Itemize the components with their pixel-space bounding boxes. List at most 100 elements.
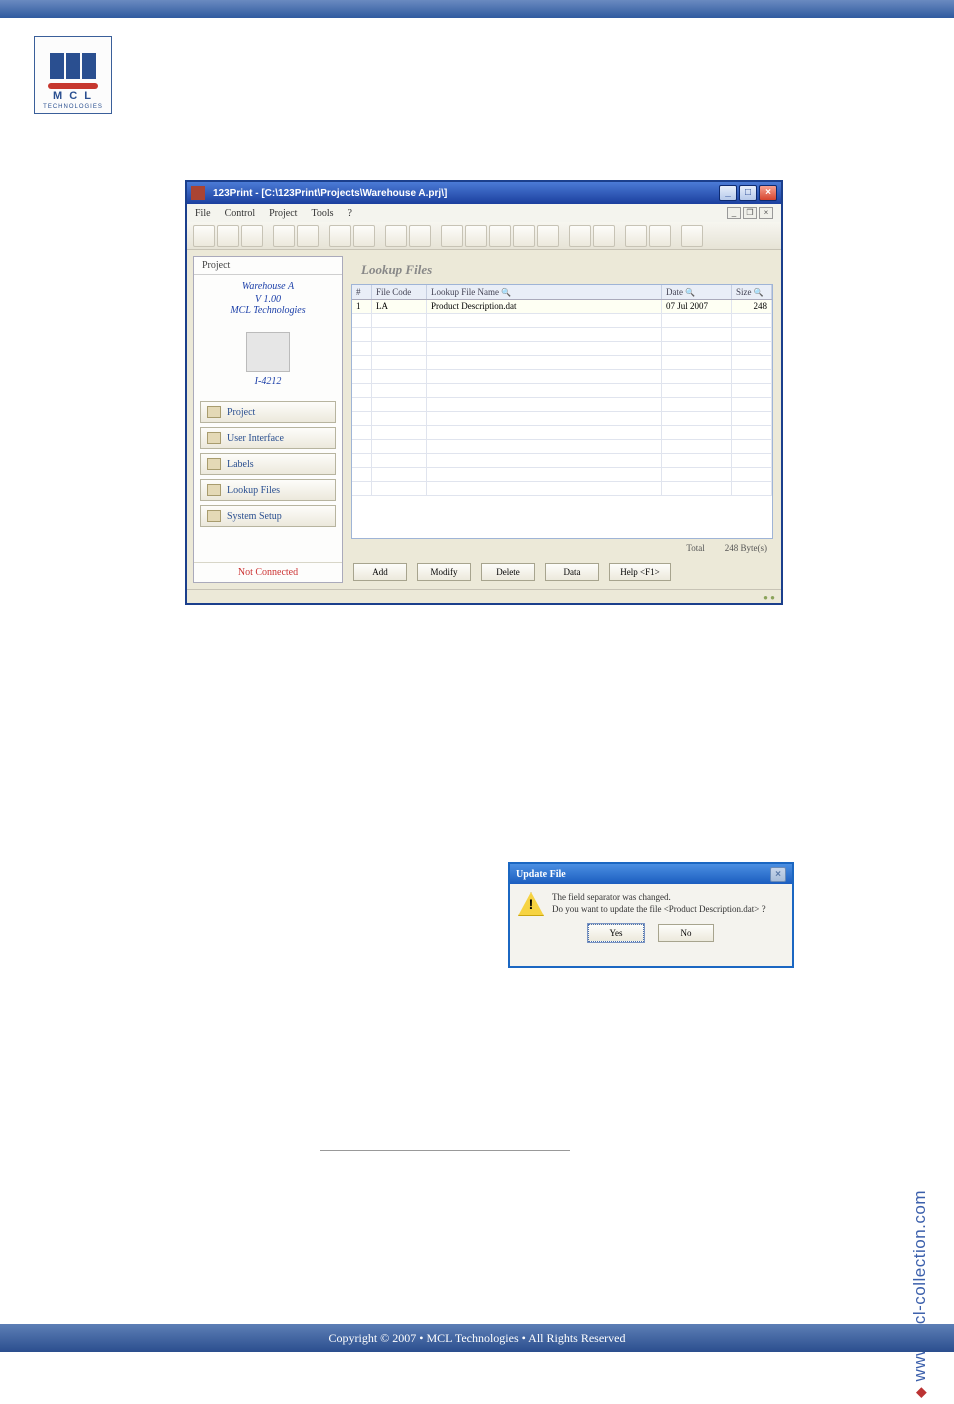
panel-title: Lookup Files — [351, 260, 773, 284]
sidebar: Project Warehouse A V 1.00 MCL Technolog… — [193, 256, 343, 583]
cell-num: 1 — [352, 300, 372, 314]
printer-model: I-4212 — [194, 376, 342, 387]
mdi-close[interactable]: × — [759, 207, 773, 219]
dialog-title: Update File — [516, 869, 770, 880]
col-date-text: Date — [666, 287, 683, 297]
dialog-message: The field separator was changed. Do you … — [552, 892, 766, 916]
nav-lookup-label: Lookup Files — [227, 485, 280, 496]
help-button[interactable]: Help <F1> — [609, 563, 671, 581]
toolbar-save[interactable] — [241, 225, 263, 247]
window-minimize-button[interactable]: _ — [719, 185, 737, 201]
modify-button[interactable]: Modify — [417, 563, 471, 581]
menu-help[interactable]: ? — [348, 208, 352, 219]
connection-status: Not Connected — [194, 562, 342, 582]
toolbar-btn-b[interactable] — [297, 225, 319, 247]
mdi-minimize[interactable]: _ — [727, 207, 741, 219]
no-button[interactable]: No — [658, 924, 714, 942]
toolbar-btn-a[interactable] — [273, 225, 295, 247]
sidebar-tab-project[interactable]: Project — [194, 257, 342, 275]
total-value: 248 Byte(s) — [725, 543, 767, 553]
menu-tools[interactable]: Tools — [311, 208, 333, 219]
dialog-close-button[interactable]: × — [770, 867, 786, 882]
magnifier-icon: 🔍 — [501, 288, 511, 297]
col-date[interactable]: Date 🔍 — [662, 285, 732, 299]
footer: Copyright © 2007 • MCL Technologies • Al… — [0, 1310, 954, 1350]
project-version: V 1.00 — [194, 294, 342, 305]
cell-name: Product Description.dat — [427, 300, 662, 314]
col-name-text: Lookup File Name — [431, 287, 499, 297]
project-icon — [207, 406, 221, 418]
mcl-logo: M C L TECHNOLOGIES — [34, 36, 112, 114]
side-url[interactable]: ◆ www.mcl-collection.com — [910, 1190, 930, 1404]
yes-button[interactable]: Yes — [588, 924, 644, 942]
dialog-line1: The field separator was changed. — [552, 892, 766, 904]
data-button[interactable]: Data — [545, 563, 599, 581]
horizontal-rule — [320, 1150, 570, 1151]
lookup-grid: # File Code Lookup File Name 🔍 Date 🔍 Si… — [351, 284, 773, 539]
dialog-line2: Do you want to update the file <Product … — [552, 904, 766, 916]
window-maximize-button[interactable]: □ — [739, 185, 757, 201]
lookup-icon — [207, 484, 221, 496]
nav-system-setup[interactable]: System Setup — [200, 505, 336, 527]
update-file-dialog: Update File × ! The field separator was … — [508, 862, 794, 968]
project-company: MCL Technologies — [194, 305, 342, 322]
labels-icon — [207, 458, 221, 470]
window-title: 123Print - [C:\123Print\Projects\Warehou… — [209, 188, 717, 199]
toolbar-open[interactable] — [217, 225, 239, 247]
col-code[interactable]: File Code — [372, 285, 427, 299]
toolbar-btn-f[interactable] — [409, 225, 431, 247]
status-indicators: ● ● — [763, 593, 775, 602]
toolbar-btn-p[interactable] — [681, 225, 703, 247]
ui-icon — [207, 432, 221, 444]
project-name: Warehouse A — [194, 275, 342, 294]
nav-system-label: System Setup — [227, 511, 282, 522]
cell-size: 248 — [732, 300, 772, 314]
toolbar-btn-i[interactable] — [489, 225, 511, 247]
menu-file[interactable]: File — [195, 208, 211, 219]
table-row[interactable]: 1 LA Product Description.dat 07 Jul 2007… — [352, 300, 772, 314]
menu-control[interactable]: Control — [225, 208, 256, 219]
side-url-text: www.mcl-collection.com — [910, 1190, 929, 1381]
toolbar-new[interactable] — [193, 225, 215, 247]
magnifier-icon: 🔍 — [754, 288, 764, 297]
menu-project[interactable]: Project — [269, 208, 297, 219]
nav-user-interface[interactable]: User Interface — [200, 427, 336, 449]
toolbar-btn-c[interactable] — [329, 225, 351, 247]
cell-code: LA — [372, 300, 427, 314]
delete-button[interactable]: Delete — [481, 563, 535, 581]
magnifier-icon: 🔍 — [685, 288, 695, 297]
col-num[interactable]: # — [352, 285, 372, 299]
col-size-text: Size — [736, 287, 752, 297]
nav-project-label: Project — [227, 407, 255, 418]
mdi-restore[interactable]: ❐ — [743, 207, 757, 219]
printer-image — [246, 332, 290, 372]
menu-bar: File Control Project Tools ? _ ❐ × — [187, 204, 781, 222]
statusbar: ● ● — [187, 589, 781, 603]
toolbar-btn-e[interactable] — [385, 225, 407, 247]
col-name[interactable]: Lookup File Name 🔍 — [427, 285, 662, 299]
totals-row: Total 248 Byte(s) — [351, 539, 773, 557]
grid-header: # File Code Lookup File Name 🔍 Date 🔍 Si… — [352, 285, 772, 300]
add-button[interactable]: Add — [353, 563, 407, 581]
toolbar-btn-n[interactable] — [625, 225, 647, 247]
nav-labels[interactable]: Labels — [200, 453, 336, 475]
toolbar-btn-h[interactable] — [465, 225, 487, 247]
toolbar-btn-o[interactable] — [649, 225, 671, 247]
col-size[interactable]: Size 🔍 — [732, 285, 772, 299]
nav-ui-label: User Interface — [227, 433, 284, 444]
toolbar-btn-k[interactable] — [537, 225, 559, 247]
toolbar-btn-g[interactable] — [441, 225, 463, 247]
toolbar-btn-l[interactable] — [569, 225, 591, 247]
toolbar-btn-j[interactable] — [513, 225, 535, 247]
page-top-bar — [0, 0, 954, 18]
nav-lookup-files[interactable]: Lookup Files — [200, 479, 336, 501]
system-icon — [207, 510, 221, 522]
toolbar-btn-m[interactable] — [593, 225, 615, 247]
toolbar-btn-d[interactable] — [353, 225, 375, 247]
nav-labels-label: Labels — [227, 459, 254, 470]
main-panel: Lookup Files # File Code Lookup File Nam… — [349, 250, 781, 589]
app-window: 123Print - [C:\123Print\Projects\Warehou… — [185, 180, 783, 605]
nav-project[interactable]: Project — [200, 401, 336, 423]
window-close-button[interactable]: × — [759, 185, 777, 201]
window-titlebar: 123Print - [C:\123Print\Projects\Warehou… — [187, 182, 781, 204]
